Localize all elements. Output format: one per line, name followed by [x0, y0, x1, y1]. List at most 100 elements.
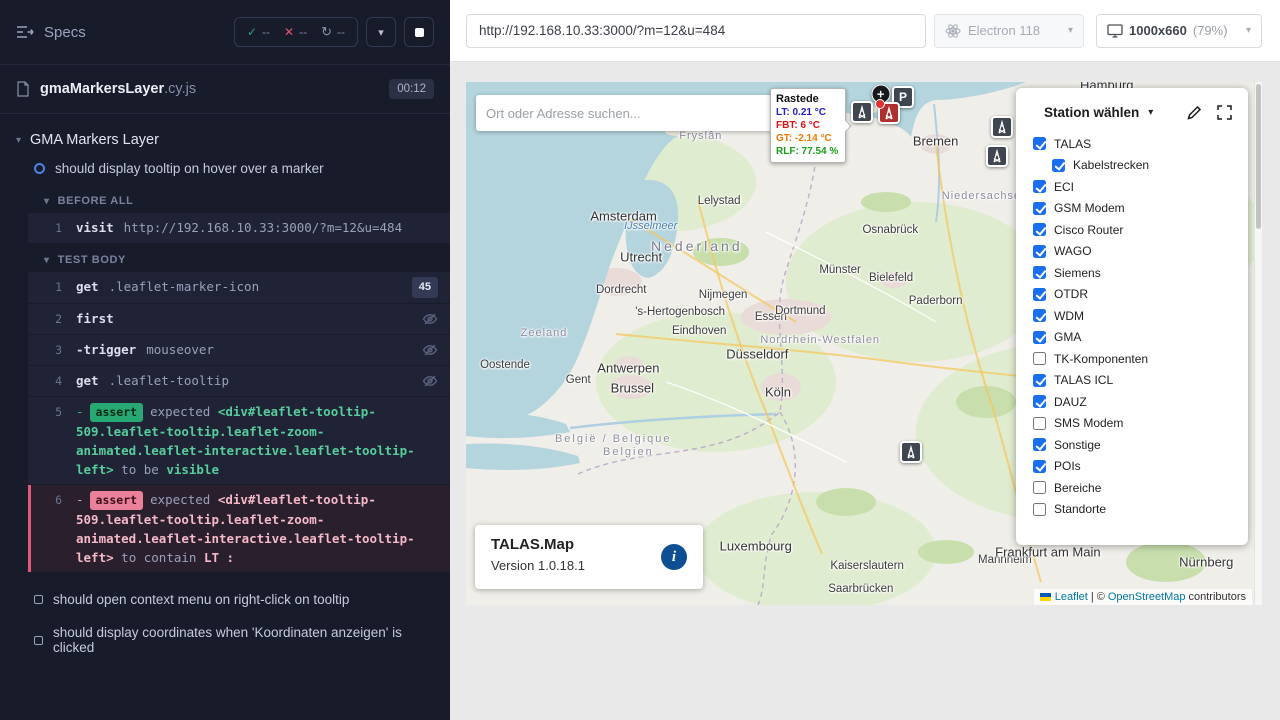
page-scrollbar[interactable] — [1254, 82, 1262, 605]
checkbox[interactable] — [1033, 374, 1046, 387]
checkbox[interactable] — [1052, 159, 1065, 172]
checkbox[interactable] — [1033, 137, 1046, 150]
command-get[interactable]: 1get.leaflet-marker-icon45 — [28, 272, 450, 304]
search-input[interactable] — [486, 106, 766, 121]
tooltip-value-row: RLF: 77.54 % — [776, 145, 840, 158]
test-title: should display coordinates when 'Koordin… — [53, 625, 434, 655]
station-item-siemens[interactable]: Siemens — [1033, 262, 1248, 284]
station-item-eci[interactable]: ECI — [1033, 176, 1248, 198]
pending-test-row[interactable]: should open context menu on right-click … — [0, 583, 450, 616]
specs-header[interactable]: Specs — [16, 24, 86, 41]
map-marker-station[interactable] — [851, 101, 873, 123]
app-version: Version 1.0.18.1 — [491, 558, 687, 573]
edit-pencil-icon[interactable] — [1187, 105, 1202, 120]
specs-title: Specs — [44, 24, 86, 41]
checkbox[interactable] — [1033, 460, 1046, 473]
leaflet-map[interactable]: HamburgBremenNiedersachsenFryslânLelysta… — [466, 82, 1262, 605]
info-icon[interactable]: i — [661, 544, 687, 570]
active-test-row[interactable]: should display tooltip on hover over a m… — [0, 152, 450, 185]
url-input[interactable]: http://192.168.10.33:3000/?m=12&u=484 — [466, 14, 926, 48]
browser-selector[interactable]: Electron 118 ▾ — [934, 14, 1084, 48]
suite-row[interactable]: ▾ GMA Markers Layer — [0, 120, 450, 152]
station-item-sonstige[interactable]: Sonstige — [1033, 434, 1248, 456]
caret-down-icon: ▾ — [44, 196, 50, 207]
stop-button[interactable] — [404, 17, 434, 47]
station-item-kabelstrecken[interactable]: Kabelstrecken — [1052, 155, 1248, 177]
checkbox[interactable] — [1033, 395, 1046, 408]
osm-link[interactable]: OpenStreetMap — [1108, 591, 1186, 603]
app-root: Specs ✓-- ✕-- ↻-- ▾ gmaMarkersLayer.cy.j… — [0, 0, 1280, 720]
station-item-gsm-modem[interactable]: GSM Modem — [1033, 198, 1248, 220]
test-body-commands: 1get.leaflet-marker-icon452first3-trigge… — [28, 272, 450, 573]
checkbox[interactable] — [1033, 417, 1046, 430]
station-item-wago[interactable]: WAGO — [1033, 241, 1248, 263]
hidden-eye-slash-icon — [422, 311, 438, 327]
chevron-down-icon: ▾ — [1246, 25, 1251, 36]
checkbox[interactable] — [1033, 309, 1046, 322]
station-item-dauz[interactable]: DAUZ — [1033, 391, 1248, 413]
command-visit[interactable]: 1visithttp://192.168.10.33:3000/?m=12&u=… — [28, 213, 450, 244]
station-item-cisco-router[interactable]: Cisco Router — [1033, 219, 1248, 241]
command-trigger[interactable]: 3-triggermouseover — [28, 335, 450, 366]
station-item-talas[interactable]: TALAS — [1033, 133, 1248, 155]
station-item-bereiche[interactable]: Bereiche — [1033, 477, 1248, 499]
station-label: TK-Komponenten — [1054, 352, 1148, 366]
command-assert[interactable]: 6-assertexpected <div#leaflet-tooltip-50… — [28, 485, 450, 573]
map-marker-station[interactable] — [900, 441, 922, 463]
checkbox[interactable] — [1033, 223, 1046, 236]
stat-pending: ↻-- — [321, 24, 345, 40]
test-body-header[interactable]: ▾ TEST BODY — [0, 244, 450, 272]
checkbox[interactable] — [1033, 180, 1046, 193]
browser-name: Electron 118 — [968, 23, 1040, 38]
spec-duration-badge: 00:12 — [389, 79, 434, 99]
station-item-pois[interactable]: POIs — [1033, 456, 1248, 478]
map-marker-station[interactable] — [991, 116, 1013, 138]
station-item-standorte[interactable]: Standorte — [1033, 499, 1248, 521]
station-item-talas-icl[interactable]: TALAS ICL — [1033, 370, 1248, 392]
checkbox[interactable] — [1033, 202, 1046, 215]
spec-name: gmaMarkersLayer.cy.js — [40, 81, 196, 97]
station-item-sms-modem[interactable]: SMS Modem — [1033, 413, 1248, 435]
viewport-selector[interactable]: 1000x660 (79%) ▾ — [1096, 14, 1262, 48]
cross-icon: ✕ — [284, 25, 294, 39]
station-item-gma[interactable]: GMA — [1033, 327, 1248, 349]
station-label: ECI — [1054, 180, 1074, 194]
checkbox[interactable] — [1033, 288, 1046, 301]
viewport-size: 1000x660 — [1129, 23, 1187, 38]
station-item-wdm[interactable]: WDM — [1033, 305, 1248, 327]
map-marker-station[interactable] — [986, 145, 1008, 167]
app-viewport: HamburgBremenNiedersachsenFryslânLelysta… — [450, 62, 1280, 720]
command-get[interactable]: 4get.leaflet-tooltip — [28, 366, 450, 397]
expand-icon[interactable] — [1217, 105, 1232, 120]
pending-test-row[interactable]: should display coordinates when 'Koordin… — [0, 616, 450, 664]
test-stats: ✓-- ✕-- ↻-- — [234, 17, 358, 47]
collapse-button[interactable]: ▾ — [366, 17, 396, 47]
checkbox[interactable] — [1033, 438, 1046, 451]
chevron-down-icon: ▾ — [378, 26, 384, 39]
before-all-header[interactable]: ▾ BEFORE ALL — [0, 185, 450, 213]
caret-down-icon: ▾ — [16, 135, 21, 146]
station-label: Kabelstrecken — [1073, 158, 1149, 172]
checkbox[interactable] — [1033, 245, 1046, 258]
leaflet-link[interactable]: Leaflet — [1055, 591, 1088, 603]
checkbox[interactable] — [1033, 503, 1046, 516]
map-marker-alert[interactable] — [878, 102, 900, 124]
tooltip-value-row: LT: 0.21 °C — [776, 106, 840, 119]
check-icon: ✓ — [247, 25, 257, 39]
command-assert[interactable]: 5-assertexpected <div#leaflet-tooltip-50… — [28, 397, 450, 485]
station-label: Siemens — [1054, 266, 1101, 280]
station-dropdown[interactable]: Station wählen — [1044, 105, 1139, 120]
station-item-otdr[interactable]: OTDR — [1033, 284, 1248, 306]
electron-icon — [945, 23, 961, 39]
command-first[interactable]: 2first — [28, 304, 450, 335]
stat-failed: ✕-- — [284, 25, 307, 39]
tooltip-title: Rastede — [776, 93, 840, 105]
checkbox[interactable] — [1033, 331, 1046, 344]
chevron-down-icon[interactable]: ▾ — [1148, 107, 1153, 118]
station-item-tk-komponenten[interactable]: TK-Komponenten — [1033, 348, 1248, 370]
checkbox[interactable] — [1033, 481, 1046, 494]
viewport-zoom: (79%) — [1193, 23, 1228, 38]
checkbox[interactable] — [1033, 266, 1046, 279]
checkbox[interactable] — [1033, 352, 1046, 365]
scrollbar-thumb[interactable] — [1256, 84, 1261, 229]
